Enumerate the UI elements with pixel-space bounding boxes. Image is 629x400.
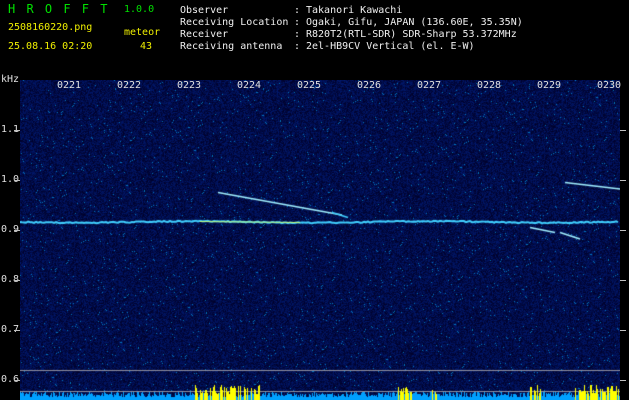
- header-panel: H R O F F T 1.0.0 2508160220.png meteor …: [0, 0, 629, 78]
- y-tick: [14, 280, 20, 281]
- receiver-label: Receiver: [180, 29, 229, 40]
- location-sep: :: [294, 17, 301, 28]
- y-tick: [14, 180, 20, 181]
- observer-sep: :: [294, 5, 301, 16]
- y-tick: [620, 230, 626, 231]
- x-tick-label: 0222: [117, 80, 142, 91]
- antenna-sep: :: [294, 41, 301, 52]
- receiver-value: R820T2(RTL-SDR) SDR-Sharp 53.372MHz: [306, 29, 517, 40]
- x-tick-label: 0230: [597, 80, 622, 91]
- y-tick: [14, 330, 20, 331]
- file-name: 2508160220.png: [8, 22, 93, 33]
- location-label: Receiving Location: [180, 17, 289, 28]
- x-tick-label: 0223: [177, 80, 202, 91]
- event-count: 43: [140, 41, 153, 52]
- y-tick: [620, 130, 626, 131]
- antenna-value: 2el-HB9CV Vertical (el. E-W): [306, 41, 475, 52]
- date-time: 25.08.16 02:20: [8, 41, 93, 52]
- app-version: 1.0.0: [124, 4, 155, 15]
- x-tick-label: 0224: [237, 80, 262, 91]
- y-tick: [14, 130, 20, 131]
- antenna-label: Receiving antenna: [180, 41, 283, 52]
- y-tick: [14, 230, 20, 231]
- x-tick-label: 0221: [57, 80, 82, 91]
- spectrogram-canvas: [20, 80, 620, 400]
- app-name: H R O F F T: [8, 2, 110, 16]
- x-tick-label: 0225: [297, 80, 322, 91]
- x-tick-label: 0228: [477, 80, 502, 91]
- x-tick-label: 0226: [357, 80, 382, 91]
- unit-label: kHz: [1, 74, 20, 85]
- y-tick: [620, 280, 626, 281]
- location-value: Ogaki, Gifu, JAPAN (136.60E, 35.35N): [306, 17, 523, 28]
- receiver-sep: :: [294, 29, 301, 40]
- x-tick-label: 0229: [537, 80, 562, 91]
- y-tick: [620, 180, 626, 181]
- x-tick-label: 0227: [417, 80, 442, 91]
- observer-value: Takanori Kawachi: [306, 5, 403, 16]
- observer-label: Observer: [180, 5, 229, 16]
- y-tick: [620, 380, 626, 381]
- y-tick: [14, 380, 20, 381]
- category-label: meteor: [124, 27, 161, 38]
- y-tick: [620, 330, 626, 331]
